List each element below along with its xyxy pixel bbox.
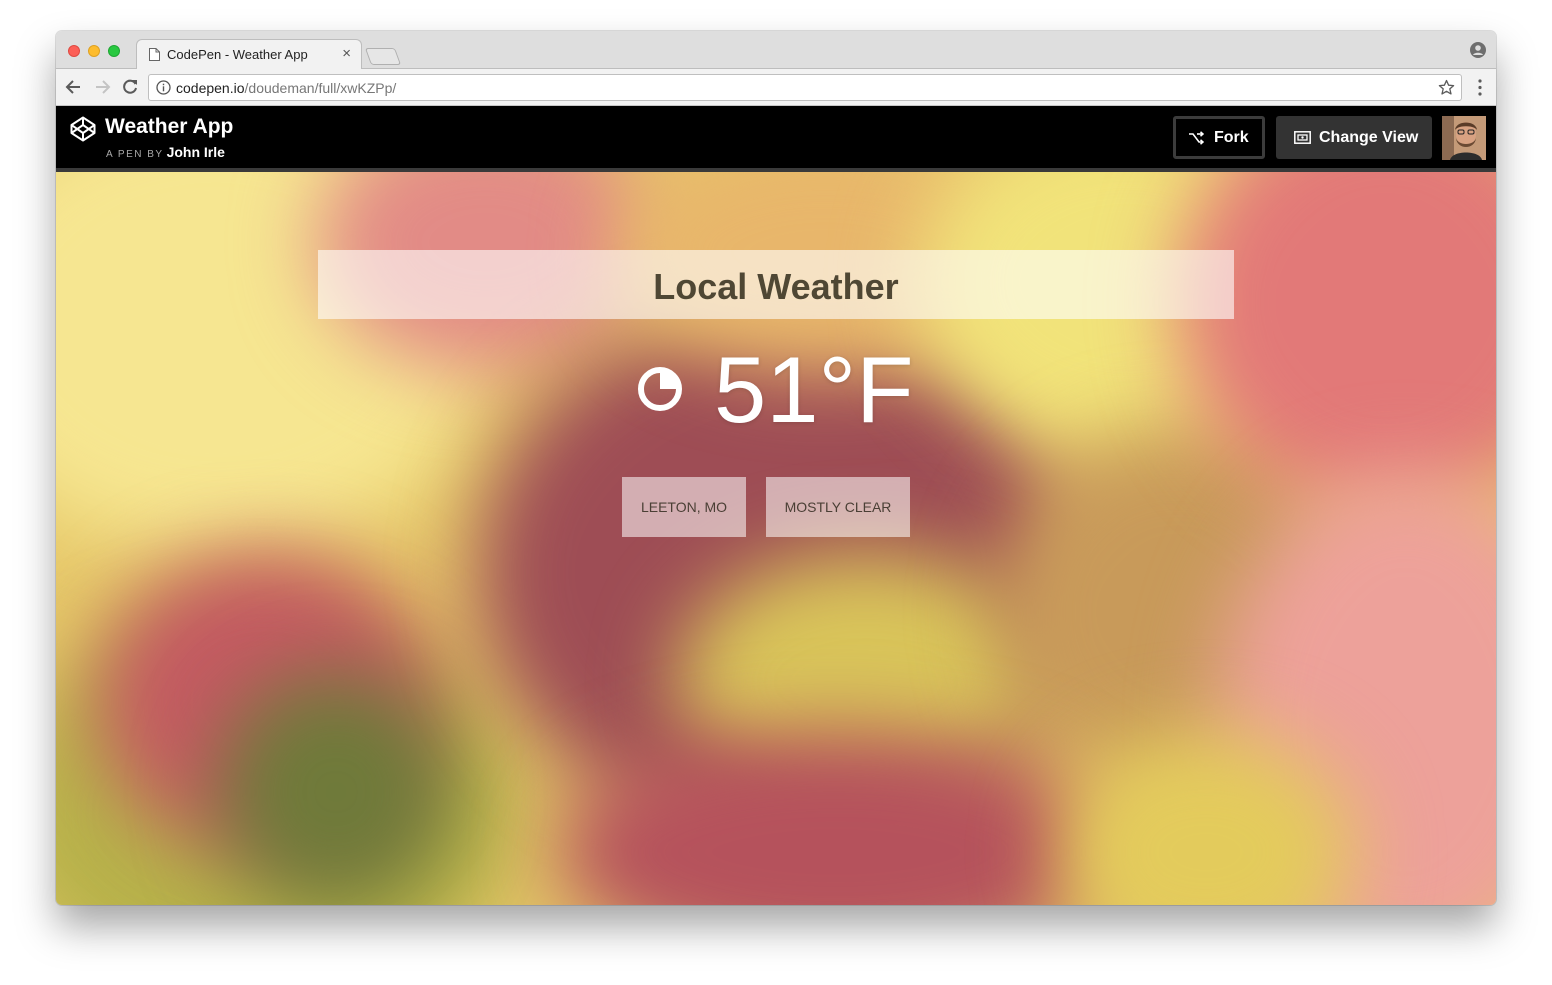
browser-tab[interactable]: CodePen - Weather App × (136, 39, 362, 70)
change-view-button[interactable]: Change View (1276, 116, 1432, 159)
url-text[interactable]: codepen.io/doudeman/full/xwKZPp/ (176, 80, 396, 96)
pen-byline: A PEN BY John Irle (106, 144, 225, 162)
temperature: 51°F (714, 337, 914, 442)
new-tab-button[interactable] (364, 48, 402, 65)
reload-icon[interactable] (120, 77, 140, 97)
weather-app: Local Weather 51°F LEETON, MO MOSTLY CLE… (56, 172, 1496, 905)
moon-phase-icon (638, 367, 682, 411)
star-icon[interactable] (1438, 79, 1455, 96)
browser-toolbar: codepen.io/doudeman/full/xwKZPp/ (56, 69, 1496, 106)
location-badge: LEETON, MO (622, 477, 746, 537)
close-window-button[interactable] (68, 45, 80, 57)
url-host: codepen.io (176, 80, 245, 96)
document-icon (149, 48, 160, 61)
title-panel: Local Weather (318, 250, 1234, 319)
maximize-window-button[interactable] (108, 45, 120, 57)
tab-title: CodePen - Weather App (167, 47, 308, 62)
tab-strip: CodePen - Weather App × (56, 31, 1496, 70)
fork-icon (1189, 131, 1204, 145)
minimize-window-button[interactable] (88, 45, 100, 57)
change-view-icon (1294, 131, 1311, 144)
browser-window: CodePen - Weather App × codepen.io/doude… (56, 31, 1496, 905)
pen-title[interactable]: Weather App (105, 115, 233, 139)
kebab-menu-icon[interactable] (1478, 79, 1482, 96)
info-icon[interactable] (156, 80, 171, 95)
arrow-right-icon[interactable] (92, 77, 112, 97)
url-path: /doudeman/full/xwKZPp/ (244, 80, 397, 96)
condition-badge: MOSTLY CLEAR (766, 477, 910, 537)
fork-button[interactable]: Fork (1173, 116, 1265, 159)
codepen-logo-icon[interactable] (70, 116, 96, 142)
fork-label: Fork (1214, 129, 1249, 146)
address-bar[interactable]: codepen.io/doudeman/full/xwKZPp/ (148, 74, 1462, 101)
page-title: Local Weather (653, 266, 899, 307)
change-view-label: Change View (1319, 129, 1419, 146)
tab-close-button[interactable]: × (342, 45, 351, 63)
avatar-photo (1442, 116, 1486, 160)
pen-author[interactable]: John Irle (167, 144, 225, 160)
arrow-left-icon[interactable] (64, 77, 84, 97)
profile-icon[interactable] (1470, 42, 1486, 58)
pen-by-label: A PEN BY (106, 149, 164, 160)
codepen-header: Weather App A PEN BY John Irle Fork Chan… (56, 106, 1496, 172)
avatar[interactable] (1442, 116, 1486, 160)
